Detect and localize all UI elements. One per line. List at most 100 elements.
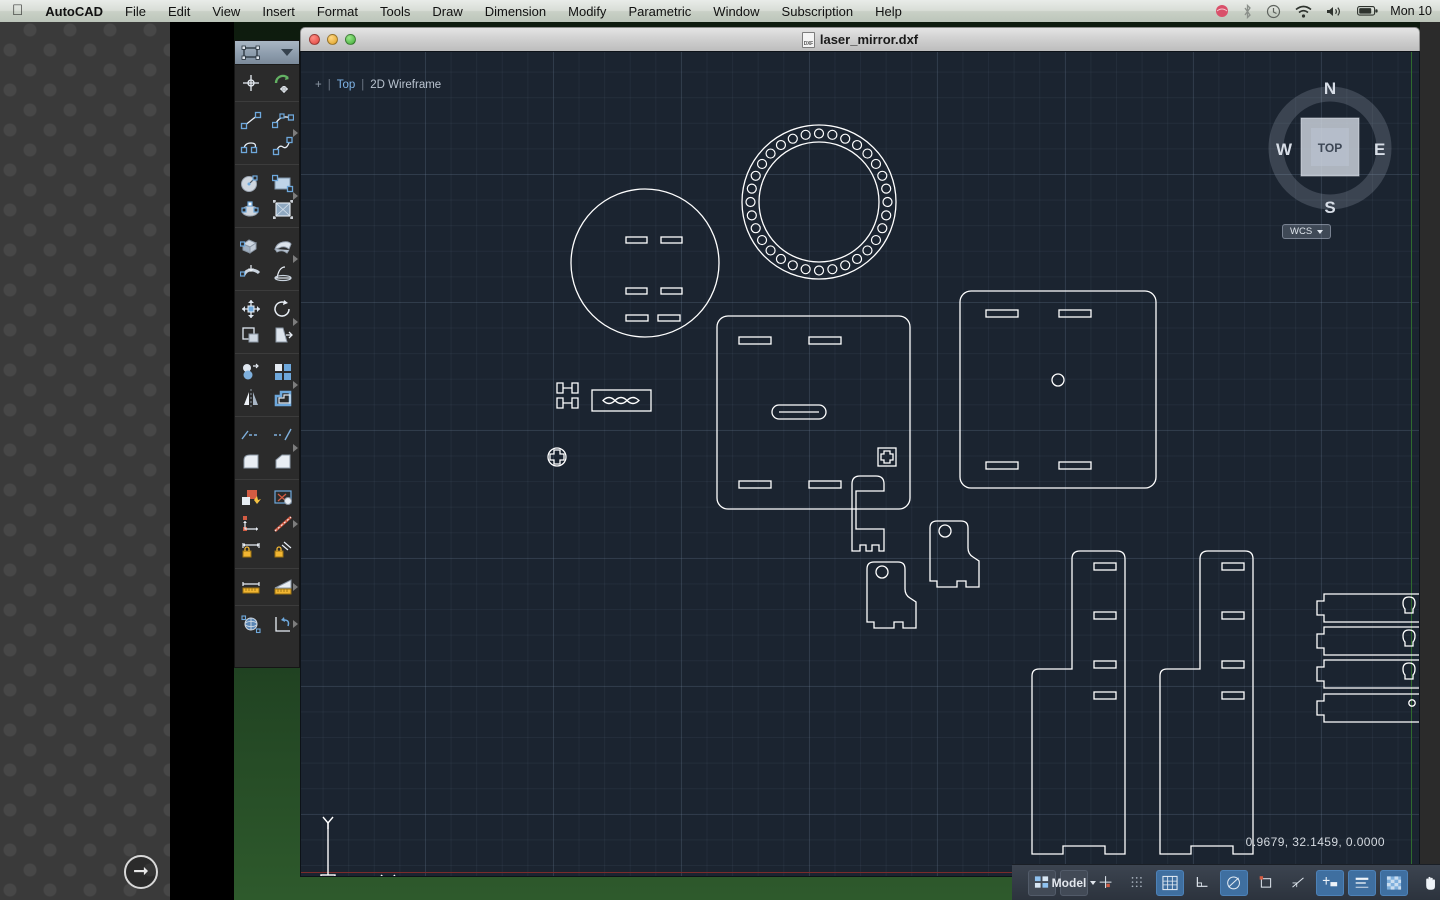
visual-style-label[interactable]: 2D Wireframe — [370, 79, 441, 91]
circle-icon[interactable] — [238, 171, 264, 195]
copy-icon[interactable] — [238, 360, 264, 384]
3d-orbit-icon[interactable] — [238, 612, 264, 636]
grid-dots-icon[interactable] — [1124, 870, 1152, 896]
flyout-arrow-icon[interactable] — [293, 129, 298, 137]
battery-icon[interactable] — [1350, 5, 1386, 17]
move-icon[interactable] — [238, 297, 264, 321]
attribute-icon[interactable] — [270, 486, 296, 510]
measure-icon[interactable] — [238, 575, 264, 599]
autocad-window: DXF laser_mirror.dxf + | Top | 2D Wirefr… — [300, 27, 1420, 877]
menu-item-help[interactable]: Help — [864, 4, 913, 19]
polyline-icon[interactable] — [238, 134, 264, 158]
drawing-viewport[interactable]: + | Top | 2D Wireframe TOP N S W E WCS 0… — [300, 51, 1420, 877]
menu-item-parametric[interactable]: Parametric — [617, 4, 702, 19]
flyout-arrow-icon[interactable] — [293, 620, 298, 628]
apple-logo-icon[interactable]:  — [6, 2, 34, 21]
ucs-selector[interactable]: WCS — [1282, 224, 1332, 239]
palette-header[interactable] — [235, 41, 299, 65]
extrude-icon[interactable] — [238, 260, 264, 284]
flyout-arrow-icon[interactable] — [293, 444, 298, 452]
stretch-icon[interactable] — [270, 323, 296, 347]
view-name-label[interactable]: Top — [337, 79, 356, 91]
menu-item-view[interactable]: View — [201, 4, 251, 19]
flyout-arrow-icon[interactable] — [293, 583, 298, 591]
trim-icon[interactable] — [238, 423, 264, 447]
viewport-controls-icon[interactable]: + — [315, 79, 322, 91]
window-title-bar[interactable]: DXF laser_mirror.dxf — [300, 27, 1420, 51]
bluetooth-icon[interactable] — [1236, 3, 1259, 19]
insert-block-icon[interactable] — [270, 71, 296, 95]
point-icon[interactable] — [238, 71, 264, 95]
palette-group-modify-edges — [235, 417, 299, 480]
menu-item-edit[interactable]: Edit — [157, 4, 201, 19]
ucs-icon — [320, 816, 396, 876]
polar-tracking-icon[interactable] — [1220, 869, 1248, 896]
menu-item-file[interactable]: File — [114, 4, 157, 19]
revolve-icon[interactable] — [270, 260, 296, 284]
menu-item-subscription[interactable]: Subscription — [771, 4, 865, 19]
menu-app-name[interactable]: AutoCAD — [34, 4, 114, 19]
menu-item-tools[interactable]: Tools — [369, 4, 421, 19]
menu-item-dimension[interactable]: Dimension — [474, 4, 557, 19]
pan-hand-icon[interactable] — [1416, 870, 1440, 896]
record-icon[interactable] — [1208, 4, 1236, 18]
menu-clock[interactable]: Mon 10 — [1386, 4, 1440, 18]
chamfer-icon[interactable] — [270, 449, 296, 473]
timemachine-icon[interactable] — [1259, 4, 1288, 19]
flyout-arrow-icon[interactable] — [293, 192, 298, 200]
lineweight-icon[interactable] — [1348, 869, 1376, 896]
ellipse-icon[interactable] — [238, 197, 264, 221]
hatch-icon[interactable] — [270, 197, 296, 221]
part-hinge-strip — [556, 382, 579, 409]
view-cube[interactable]: TOP N S W E WCS — [1268, 79, 1392, 255]
fillet-icon[interactable] — [238, 449, 264, 473]
menu-item-modify[interactable]: Modify — [557, 4, 617, 19]
viewcube-face-label: TOP — [1318, 141, 1342, 155]
model-space-selector[interactable]: Model — [1052, 869, 1097, 896]
volume-icon[interactable] — [1319, 5, 1350, 18]
mirror-icon[interactable] — [238, 386, 264, 410]
coordinate-readout: 0.9679, 32.1459, 0.0000 — [1245, 835, 1385, 849]
part-bolt-circle-ring — [741, 124, 897, 280]
part-rail-3 — [1316, 659, 1419, 689]
part-upright-right — [1159, 550, 1254, 855]
wifi-icon[interactable] — [1288, 5, 1319, 18]
part-upright-left — [1031, 550, 1126, 855]
flyout-arrow-icon[interactable] — [293, 520, 298, 528]
chevron-down-icon[interactable] — [281, 49, 293, 56]
object-snap-icon[interactable] — [1252, 870, 1280, 896]
3d-solid-icon[interactable] — [238, 234, 264, 258]
otrack-icon[interactable] — [1284, 870, 1312, 896]
palette-group-draw-shapes — [235, 165, 299, 228]
menu-item-draw[interactable]: Draw — [421, 4, 473, 19]
geo-constraint-lock-icon[interactable] — [270, 538, 296, 562]
ortho-icon[interactable] — [1188, 870, 1216, 896]
spline-icon[interactable] — [270, 134, 296, 158]
viewcube-east-label: E — [1374, 140, 1385, 159]
scale-icon[interactable] — [238, 323, 264, 347]
osnap-icon[interactable] — [1092, 870, 1120, 896]
mac-menu-bar:  AutoCAD File Edit View Insert Format T… — [0, 0, 1440, 22]
palette-group-measure — [235, 569, 299, 606]
menu-item-insert[interactable]: Insert — [251, 4, 306, 19]
part-panel-left — [716, 315, 911, 510]
line-icon[interactable] — [238, 108, 264, 132]
tool-palette — [234, 40, 300, 668]
arrow-right-icon[interactable]: ➞ — [124, 855, 158, 889]
offset-icon[interactable] — [270, 386, 296, 410]
grid-display-icon[interactable] — [1156, 869, 1184, 896]
dxf-file-icon: DXF — [801, 31, 815, 48]
part-cam-bracket-a — [929, 520, 980, 588]
viewcube-south-label: S — [1324, 198, 1335, 217]
flyout-arrow-icon[interactable] — [293, 381, 298, 389]
flyout-arrow-icon[interactable] — [293, 255, 298, 263]
part-cross-square — [877, 447, 897, 467]
transparency-icon[interactable] — [1380, 869, 1408, 896]
dynamic-input-icon[interactable] — [1316, 869, 1344, 896]
block-editor-icon[interactable] — [238, 486, 264, 510]
menu-item-format[interactable]: Format — [306, 4, 369, 19]
linear-dimension-icon[interactable] — [238, 512, 264, 536]
flyout-arrow-icon[interactable] — [293, 318, 298, 326]
dim-constraint-lock-icon[interactable] — [238, 538, 264, 562]
menu-item-window[interactable]: Window — [702, 4, 770, 19]
